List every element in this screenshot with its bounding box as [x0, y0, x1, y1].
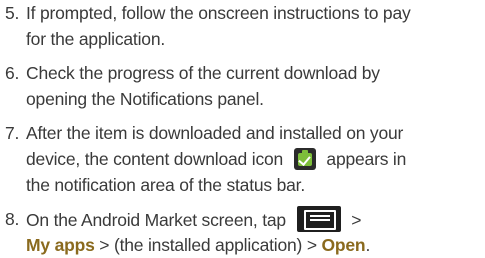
- menu-path-open: Open: [321, 235, 366, 255]
- step-5: 5. If prompted, follow the onscreen inst…: [0, 0, 485, 52]
- step-text: the notification area of the status bar.: [26, 175, 305, 195]
- step-number: 6.: [5, 63, 20, 83]
- step-6-line-1: 6. Check the progress of the current dow…: [0, 60, 485, 86]
- step-text-with-icon: On the Android Market screen, tap >: [26, 206, 362, 233]
- content-download-icon: [293, 148, 316, 170]
- menu-path-separator: > (the installed application) >: [94, 235, 322, 255]
- menu-icon: [296, 206, 341, 232]
- step-8-line-2: My apps > (the installed application) > …: [0, 232, 485, 258]
- step-text: On the Android Market screen, tap: [26, 210, 286, 230]
- step-5-line-1: 5. If prompted, follow the onscreen inst…: [0, 0, 485, 26]
- step-7-line-3: the notification area of the status bar.: [0, 172, 485, 198]
- step-text: My apps > (the installed application) > …: [26, 232, 370, 258]
- step-text: After the item is downloaded and install…: [26, 123, 404, 143]
- step-text-end: .: [365, 235, 371, 255]
- step-text: appears in: [326, 149, 407, 169]
- step-text: for the application.: [26, 29, 166, 49]
- step-7-line-1: 7. After the item is downloaded and inst…: [0, 120, 485, 146]
- step-5-line-2: for the application.: [0, 26, 485, 52]
- step-number: 5.: [5, 3, 20, 23]
- step-text: Check the progress of the current downlo…: [26, 63, 380, 83]
- step-6-line-2: opening the Notifications panel.: [0, 86, 485, 112]
- step-7: 7. After the item is downloaded and inst…: [0, 120, 485, 198]
- step-text: device, the content download icon: [26, 149, 284, 169]
- step-text: opening the Notifications panel.: [26, 89, 264, 109]
- step-text-with-icon: device, the content download icon appear…: [26, 146, 406, 172]
- step-7-line-2: device, the content download icon appear…: [0, 146, 485, 172]
- step-number: 8.: [5, 209, 20, 229]
- step-number: 7.: [5, 123, 20, 143]
- step-text: >: [351, 210, 362, 230]
- menu-path-my-apps: My apps: [26, 235, 95, 255]
- step-text: If prompted, follow the onscreen instruc…: [26, 3, 411, 23]
- step-6: 6. Check the progress of the current dow…: [0, 60, 485, 112]
- step-8: 8. On the Android Market screen, tap > M…: [0, 206, 485, 258]
- step-8-line-1: 8. On the Android Market screen, tap >: [0, 206, 485, 232]
